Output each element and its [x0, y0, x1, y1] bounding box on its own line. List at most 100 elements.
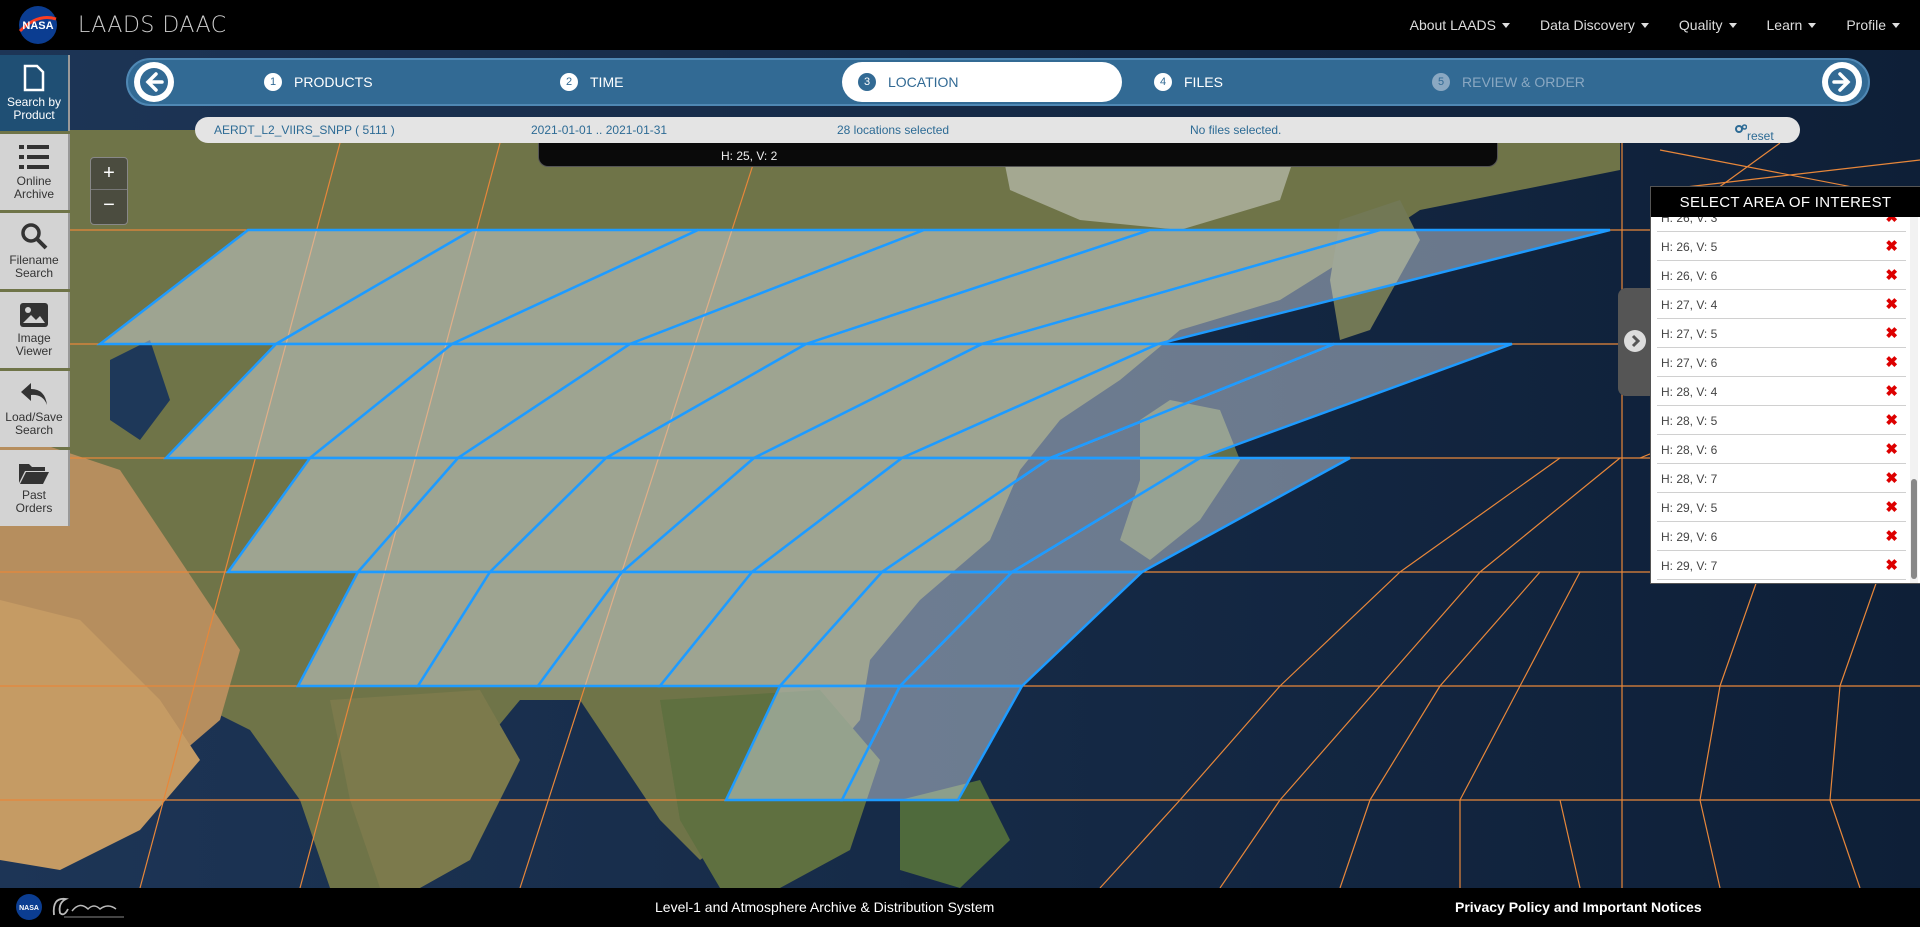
- tile-label: H: 26, V: 6: [1661, 269, 1718, 283]
- sidebar-label-line2: Search: [14, 423, 54, 437]
- tile-label: H: 28, V: 5: [1661, 414, 1718, 428]
- step-label: PRODUCTS: [294, 74, 373, 90]
- sidebar-label-line2: Orders: [15, 501, 53, 515]
- caret-down-icon: [1892, 22, 1900, 28]
- nav-data-discovery[interactable]: Data Discovery: [1540, 17, 1649, 33]
- summary-files[interactable]: No files selected.: [1190, 123, 1281, 137]
- footer: NASA Level-1 and Atmosphere Archive & Di…: [0, 888, 1920, 927]
- tile-label: H: 26, V: 5: [1661, 240, 1718, 254]
- sidebar-item-image-viewer[interactable]: Image Viewer: [0, 292, 70, 368]
- step-number: 4: [1154, 73, 1172, 91]
- summary-locations[interactable]: 28 locations selected: [837, 123, 949, 137]
- delete-icon[interactable]: ✖: [1885, 556, 1898, 574]
- step-time[interactable]: 2 TIME: [560, 60, 623, 104]
- zoom-out-button[interactable]: −: [91, 190, 127, 222]
- nav-label: Data Discovery: [1540, 17, 1635, 33]
- aoi-row: H: 26, V: 3 ✖: [1657, 217, 1906, 232]
- goddard-logo[interactable]: [50, 893, 126, 921]
- delete-icon[interactable]: ✖: [1885, 498, 1898, 516]
- aoi-row: H: 26, V: 6 ✖: [1657, 261, 1906, 290]
- caret-down-icon: [1728, 22, 1737, 28]
- sidebar-label-line2: Archive: [13, 187, 54, 201]
- search-icon: [21, 223, 48, 250]
- aoi-row: H: 27, V: 5 ✖: [1657, 319, 1906, 348]
- aoi-row: H: 29, V: 5 ✖: [1657, 493, 1906, 522]
- step-number: 1: [264, 73, 282, 91]
- step-number: 3: [858, 73, 876, 91]
- delete-icon[interactable]: ✖: [1885, 440, 1898, 458]
- sidebar-item-load-save-search[interactable]: Load/Save Search: [0, 371, 70, 447]
- step-location[interactable]: 3 LOCATION: [842, 62, 1122, 102]
- delete-icon[interactable]: ✖: [1885, 353, 1898, 371]
- aoi-row: H: 28, V: 4 ✖: [1657, 377, 1906, 406]
- aoi-row: H: 28, V: 5 ✖: [1657, 406, 1906, 435]
- next-step-button[interactable]: [1822, 62, 1862, 102]
- summary-product[interactable]: AERDT_L2_VIIRS_SNPP ( 5111 ): [214, 123, 395, 137]
- sidebar-item-filename-search[interactable]: Filename Search: [0, 213, 70, 289]
- nav-learn[interactable]: Learn: [1767, 17, 1817, 33]
- delete-icon[interactable]: ✖: [1885, 411, 1898, 429]
- caret-down-icon: [1808, 22, 1817, 28]
- map-canvas[interactable]: [0, 50, 1920, 888]
- summary-time[interactable]: 2021-01-01 .. 2021-01-31: [531, 123, 667, 137]
- svg-text:NASA: NASA: [22, 20, 53, 32]
- arrow-left-icon: [140, 68, 168, 96]
- delete-icon[interactable]: ✖: [1885, 295, 1898, 313]
- sidebar-label-line2: Viewer: [15, 344, 53, 358]
- step-label: FILES: [1184, 74, 1223, 90]
- nasa-logo[interactable]: NASA: [14, 893, 44, 921]
- nav-profile[interactable]: Profile: [1846, 17, 1900, 33]
- step-review-order[interactable]: 5 REVIEW & ORDER: [1432, 60, 1585, 104]
- delete-icon[interactable]: ✖: [1885, 237, 1898, 255]
- delete-icon[interactable]: ✖: [1885, 324, 1898, 342]
- top-nav: About LAADS Data Discovery Quality Learn…: [1380, 0, 1900, 50]
- delete-icon[interactable]: ✖: [1885, 217, 1898, 226]
- delete-icon[interactable]: ✖: [1885, 527, 1898, 545]
- step-label: LOCATION: [888, 74, 959, 90]
- sidebar-item-search-by-product[interactable]: Search by Product: [0, 55, 70, 131]
- delete-icon[interactable]: ✖: [1885, 382, 1898, 400]
- zoom-control: + −: [90, 157, 128, 225]
- aoi-scrollbar[interactable]: [1910, 217, 1918, 583]
- aoi-row: H: 28, V: 6 ✖: [1657, 435, 1906, 464]
- delete-icon[interactable]: ✖: [1885, 469, 1898, 487]
- aoi-row: H: 28, V: 7 ✖: [1657, 464, 1906, 493]
- scrollbar-thumb[interactable]: [1911, 479, 1917, 579]
- gears-icon: [1735, 124, 1748, 133]
- reset-button[interactable]: reset: [1735, 123, 1774, 143]
- zoom-in-button[interactable]: +: [91, 158, 127, 190]
- reset-label: reset: [1747, 129, 1774, 143]
- previous-step-button[interactable]: [134, 62, 174, 102]
- tile-label: H: 27, V: 4: [1661, 298, 1718, 312]
- area-of-interest-panel: SELECT AREA OF INTEREST H: 26, V: 3 ✖ H: …: [1650, 186, 1920, 584]
- folder-icon: [19, 464, 49, 484]
- caret-down-icon: [1640, 22, 1649, 28]
- step-products[interactable]: 1 PRODUCTS: [264, 60, 373, 104]
- selection-summary: AERDT_L2_VIIRS_SNPP ( 5111 ) 2021-01-01 …: [195, 117, 1800, 143]
- nasa-logo[interactable]: NASA: [16, 5, 60, 45]
- app-title[interactable]: LAADS DAAC: [78, 13, 227, 38]
- aoi-panel-toggle[interactable]: [1618, 288, 1650, 396]
- tile-label: H: 29, V: 6: [1661, 530, 1718, 544]
- list-icon: [19, 145, 49, 169]
- nav-label: Learn: [1766, 17, 1803, 33]
- aoi-list[interactable]: H: 26, V: 3 ✖ H: 26, V: 5 ✖ H: 26, V: 6 ✖ H…: [1651, 217, 1920, 583]
- tile-label: H: 28, V: 6: [1661, 443, 1718, 457]
- nav-about-laads[interactable]: About LAADS: [1410, 17, 1510, 33]
- aoi-row: H: 29, V: 7 ✖: [1657, 551, 1906, 580]
- footer-title: Level-1 and Atmosphere Archive & Distrib…: [655, 899, 995, 915]
- step-label: REVIEW & ORDER: [1462, 74, 1585, 90]
- nav-label: Quality: [1678, 17, 1723, 33]
- sidebar-item-online-archive[interactable]: Online Archive: [0, 134, 70, 210]
- sidebar-item-past-orders[interactable]: Past Orders: [0, 450, 70, 526]
- arrow-right-icon: [1828, 68, 1856, 96]
- delete-icon[interactable]: ✖: [1885, 266, 1898, 284]
- privacy-policy-link[interactable]: Privacy Policy and Important Notices: [1455, 899, 1702, 915]
- left-sidebar: Search by Product Online Archive Filenam…: [0, 55, 70, 529]
- sidebar-label-line2: Search: [14, 266, 54, 280]
- step-label: TIME: [590, 74, 624, 90]
- hovered-tile-label: H: 25, V: 2: [538, 143, 1498, 167]
- map-viewport[interactable]: [0, 50, 1920, 888]
- nav-quality[interactable]: Quality: [1679, 17, 1737, 33]
- step-files[interactable]: 4 FILES: [1154, 60, 1223, 104]
